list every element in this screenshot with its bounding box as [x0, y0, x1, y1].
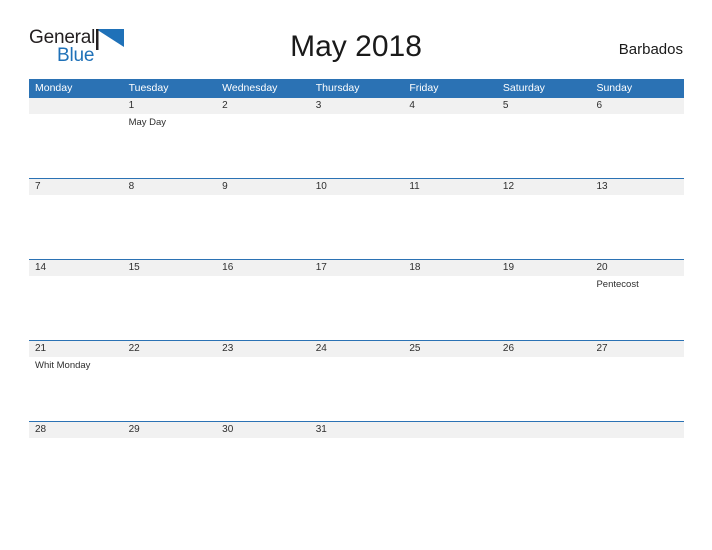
weekday-friday: Friday	[409, 82, 439, 94]
page-header: General Blue May 2018 Barbados	[0, 0, 712, 66]
day-number[interactable]: 14	[29, 260, 123, 276]
day-number[interactable]: 18	[403, 260, 497, 276]
day-number[interactable]: 17	[310, 260, 404, 276]
day-event	[590, 114, 684, 177]
day-event	[216, 357, 310, 420]
week-row: 28 29 30 31	[29, 421, 684, 502]
day-number[interactable]: 27	[590, 341, 684, 357]
day-event	[216, 195, 310, 258]
day-event	[29, 276, 123, 339]
day-event: May Day	[128, 117, 167, 128]
day-event	[403, 438, 497, 501]
week-daynumber-band: 14 15 16 17 18 19 20	[29, 260, 684, 276]
week-daynumber-band: 7 8 9 10 11 12 13	[29, 179, 684, 195]
day-number[interactable]: 8	[123, 179, 217, 195]
day-number[interactable]: 31	[310, 422, 404, 438]
day-event	[310, 114, 404, 177]
weekday-thursday: Thursday	[315, 82, 360, 94]
day-number[interactable]: 11	[403, 179, 497, 195]
day-number[interactable]: 5	[497, 98, 591, 114]
day-event	[123, 276, 217, 339]
day-event	[403, 195, 497, 258]
day-event: Whit Monday	[35, 360, 91, 371]
day-event	[403, 114, 497, 177]
weekday-header-row: Monday Tuesday Wednesday Thursday Friday…	[29, 79, 684, 97]
day-number[interactable]	[590, 422, 684, 438]
week-event-band: Whit Monday	[29, 357, 684, 420]
day-number[interactable]: 25	[403, 341, 497, 357]
weekday-tuesday: Tuesday	[128, 82, 169, 94]
day-event: Pentecost	[596, 279, 639, 290]
day-event	[497, 114, 591, 177]
week-event-band	[29, 195, 684, 258]
day-number[interactable]: 26	[497, 341, 591, 357]
day-event	[310, 438, 404, 501]
day-event	[123, 438, 217, 501]
day-event	[497, 357, 591, 420]
day-number[interactable]: 19	[497, 260, 591, 276]
weekday-saturday: Saturday	[502, 82, 545, 94]
day-event	[497, 195, 591, 258]
week-row: 7 8 9 10 11 12 13	[29, 178, 684, 259]
day-number[interactable]: 6	[590, 98, 684, 114]
day-event	[590, 357, 684, 420]
day-number[interactable]: 20	[590, 260, 684, 276]
week-event-band	[29, 438, 684, 501]
country-label: Barbados	[618, 41, 683, 58]
week-daynumber-band: 28 29 30 31	[29, 422, 684, 438]
week-row: 1 2 3 4 5 6 May Day	[29, 97, 684, 178]
day-event	[123, 195, 217, 258]
day-number[interactable]: 28	[29, 422, 123, 438]
week-row: 21 22 23 24 25 26 27 Whit Monday	[29, 340, 684, 421]
day-number[interactable]: 4	[403, 98, 497, 114]
day-number[interactable]: 3	[310, 98, 404, 114]
day-event	[123, 357, 217, 420]
day-event	[590, 438, 684, 501]
day-event	[310, 357, 404, 420]
day-number[interactable]: 22	[123, 341, 217, 357]
day-event	[590, 195, 684, 258]
day-number[interactable]: 15	[123, 260, 217, 276]
day-number[interactable]	[29, 98, 123, 114]
day-event	[29, 114, 123, 177]
weekday-wednesday: Wednesday	[222, 82, 278, 94]
day-event	[216, 114, 310, 177]
day-number[interactable]: 1	[123, 98, 217, 114]
day-event	[29, 195, 123, 258]
day-number[interactable]: 10	[310, 179, 404, 195]
day-number[interactable]: 21	[29, 341, 123, 357]
weekday-monday: Monday	[35, 82, 73, 94]
day-number[interactable]: 2	[216, 98, 310, 114]
calendar-grid: Monday Tuesday Wednesday Thursday Friday…	[29, 79, 684, 502]
week-daynumber-band: 1 2 3 4 5 6	[29, 98, 684, 114]
day-number[interactable]: 29	[123, 422, 217, 438]
weekday-sunday: Sunday	[596, 82, 633, 94]
page-title: May 2018	[290, 30, 422, 63]
day-event	[310, 195, 404, 258]
day-number[interactable]: 16	[216, 260, 310, 276]
week-event-band: May Day	[29, 114, 684, 177]
week-event-band: Pentecost	[29, 276, 684, 339]
day-number[interactable]: 13	[590, 179, 684, 195]
day-number[interactable]: 12	[497, 179, 591, 195]
day-event	[216, 438, 310, 501]
day-number[interactable]: 7	[29, 179, 123, 195]
day-number[interactable]	[403, 422, 497, 438]
week-row: 14 15 16 17 18 19 20 Pentecost	[29, 259, 684, 340]
day-number[interactable]: 23	[216, 341, 310, 357]
day-event	[403, 357, 497, 420]
day-number[interactable]: 24	[310, 341, 404, 357]
day-event	[403, 276, 497, 339]
day-event	[497, 438, 591, 501]
day-number[interactable]: 9	[216, 179, 310, 195]
week-daynumber-band: 21 22 23 24 25 26 27	[29, 341, 684, 357]
day-event	[29, 438, 123, 501]
day-number[interactable]	[497, 422, 591, 438]
day-event	[216, 276, 310, 339]
day-event	[497, 276, 591, 339]
day-event	[310, 276, 404, 339]
day-number[interactable]: 30	[216, 422, 310, 438]
